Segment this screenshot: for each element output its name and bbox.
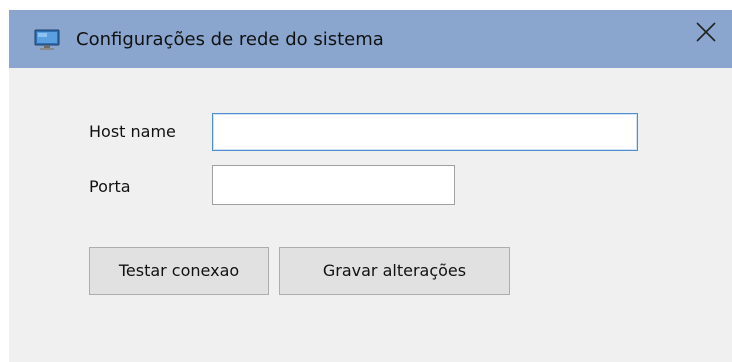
dialog-body: Host name Porta Testar conexao Gravar al… [9,68,732,362]
network-settings-dialog: Configurações de rede do sistema Host na… [0,0,732,362]
host-name-label: Host name [89,122,176,141]
close-icon [696,22,716,42]
host-name-input[interactable] [212,113,638,151]
window-title: Configurações de rede do sistema [76,29,384,50]
port-input[interactable] [212,165,455,205]
port-label: Porta [89,177,131,196]
test-connection-button[interactable]: Testar conexao [89,247,269,295]
close-button[interactable] [692,18,720,46]
title-bar[interactable]: Configurações de rede do sistema [9,10,732,68]
monitor-icon [34,28,60,52]
save-changes-button[interactable]: Gravar alterações [279,247,510,295]
